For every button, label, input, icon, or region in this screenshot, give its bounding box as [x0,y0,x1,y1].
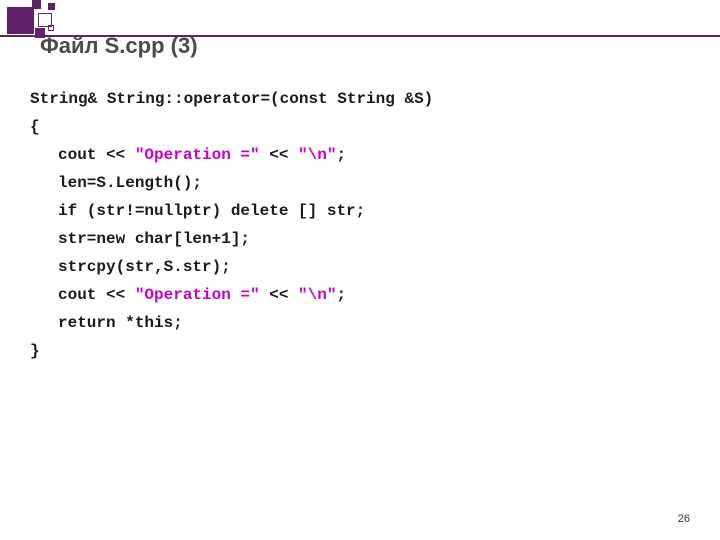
string-literal: "Operation =" [135,286,260,304]
code-line: } [30,337,433,365]
code-line: str=new char[len+1]; [30,225,433,253]
deco-square-icon [48,3,55,10]
code-line: strcpy(str,S.str); [30,253,433,281]
code-line: cout << "Operation =" << "\n"; [30,281,433,309]
code-text: << [260,286,298,304]
deco-square-outline-icon [48,25,54,31]
code-line: cout << "Operation =" << "\n"; [30,141,433,169]
code-text: cout << [58,146,135,164]
code-text: ; [336,286,346,304]
code-block: String& String::operator=(const String &… [30,85,433,365]
code-line: return *this; [30,309,433,337]
deco-square-icon [32,0,41,9]
slide-title: Файл S.cpp (3) [40,33,198,59]
string-literal: "\n" [298,146,336,164]
code-text: << [260,146,298,164]
string-literal: "Operation =" [135,146,260,164]
code-line: String& String::operator=(const String &… [30,85,433,113]
page-number: 26 [678,513,690,525]
deco-square-icon [7,7,34,34]
code-line: if (str!=nullptr) delete [] str; [30,197,433,225]
code-line: { [30,113,433,141]
code-line: len=S.Length(); [30,169,433,197]
code-text: ; [336,146,346,164]
code-text: cout << [58,286,135,304]
string-literal: "\n" [298,286,336,304]
